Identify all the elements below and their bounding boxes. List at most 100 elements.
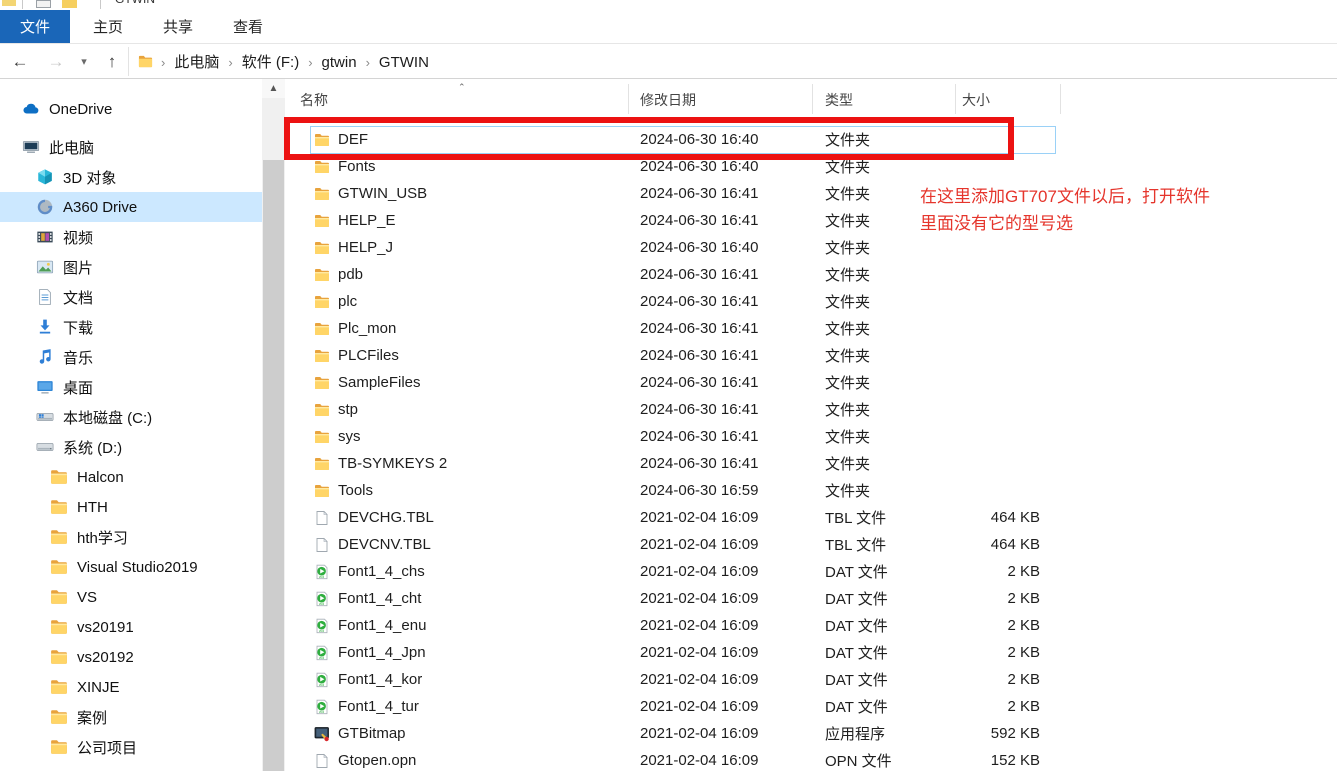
- file-name-cell: DEVCNV.TBL: [298, 536, 640, 553]
- type-cell: 文件夹: [825, 318, 940, 339]
- column-header-name[interactable]: 名称: [298, 90, 640, 110]
- table-row[interactable]: vcdFont1_4_tur2021-02-04 16:09DAT 文件2 KB: [298, 693, 1062, 720]
- table-row[interactable]: vcdFont1_4_enu2021-02-04 16:09DAT 文件2 KB: [298, 612, 1062, 639]
- file-name: HELP_J: [338, 239, 393, 256]
- sidebar-item-pictures[interactable]: 图片: [0, 252, 262, 282]
- table-row[interactable]: PLCFiles2024-06-30 16:41文件夹: [298, 342, 1062, 369]
- sidebar-item-label: 文档: [63, 287, 93, 308]
- table-row[interactable]: GTBitmap2021-02-04 16:09应用程序592 KB: [298, 720, 1062, 747]
- table-row[interactable]: Gtopen.opn2021-02-04 16:09OPN 文件152 KB: [298, 747, 1062, 771]
- sidebar-item-vs[interactable]: VS: [0, 582, 262, 612]
- scroll-up-icon[interactable]: ▲: [262, 79, 285, 98]
- forward-button[interactable]: →: [42, 44, 70, 79]
- tab-share[interactable]: 共享: [146, 10, 210, 43]
- sidebar-item-cases[interactable]: 案例: [0, 702, 262, 732]
- folder-icon: [50, 528, 68, 546]
- date-modified-cell: 2024-06-30 16:41: [640, 401, 825, 418]
- table-row[interactable]: DEF2024-06-30 16:40文件夹: [298, 126, 1062, 153]
- folder-icon: [50, 738, 68, 756]
- file-name: sys: [338, 428, 361, 445]
- breadcrumb-item[interactable]: 软件 (F:): [240, 54, 302, 71]
- sidebar-item-videos[interactable]: 视频: [0, 222, 262, 252]
- file-name-cell: HELP_E: [298, 212, 640, 229]
- date-modified-cell: 2021-02-04 16:09: [640, 563, 825, 580]
- header-separator[interactable]: [1060, 84, 1061, 114]
- table-row[interactable]: SampleFiles2024-06-30 16:41文件夹: [298, 369, 1062, 396]
- file-name: Font1_4_kor: [338, 671, 422, 688]
- table-row[interactable]: plc2024-06-30 16:41文件夹: [298, 288, 1062, 315]
- size-cell: 152 KB: [940, 752, 1040, 769]
- breadcrumb-chevron-icon: ›: [221, 55, 239, 70]
- file-name: DEF: [338, 131, 368, 148]
- sidebar-item-label: Visual Studio2019: [77, 559, 198, 576]
- table-row[interactable]: vcdFont1_4_Jpn2021-02-04 16:09DAT 文件2 KB: [298, 639, 1062, 666]
- sidebar-item-hth-study[interactable]: hth学习: [0, 522, 262, 552]
- tab-home[interactable]: 主页: [76, 10, 140, 43]
- scrollbar-thumb[interactable]: [263, 160, 284, 771]
- header-separator[interactable]: [628, 84, 629, 114]
- breadcrumb-item[interactable]: 此电脑: [172, 54, 221, 71]
- tab-view[interactable]: 查看: [216, 10, 280, 43]
- file-name: Font1_4_tur: [338, 698, 419, 715]
- ribbon-tab-strip: 文件主页共享查看: [0, 10, 1337, 44]
- sidebar-item-xinje[interactable]: XINJE: [0, 672, 262, 702]
- header-separator[interactable]: [955, 84, 956, 114]
- sidebar-item-onedrive[interactable]: OneDrive: [0, 94, 262, 124]
- type-cell: 文件夹: [825, 264, 940, 285]
- app-icon: [314, 726, 330, 742]
- up-button[interactable]: ↑: [98, 44, 126, 79]
- table-row[interactable]: vcdFont1_4_kor2021-02-04 16:09DAT 文件2 KB: [298, 666, 1062, 693]
- table-row[interactable]: stp2024-06-30 16:41文件夹: [298, 396, 1062, 423]
- date-modified-cell: 2024-06-30 16:41: [640, 428, 825, 445]
- sidebar-item-disk-c[interactable]: 本地磁盘 (C:): [0, 402, 262, 432]
- header-separator[interactable]: [812, 84, 813, 114]
- sidebar-scrollbar[interactable]: ▲: [262, 79, 285, 771]
- sidebar-item-label: 3D 对象: [63, 167, 116, 188]
- date-modified-cell: 2024-06-30 16:40: [640, 131, 825, 148]
- type-cell: TBL 文件: [825, 534, 940, 555]
- sidebar-item-visual-studio2019[interactable]: Visual Studio2019: [0, 552, 262, 582]
- table-row[interactable]: Tools2024-06-30 16:59文件夹: [298, 477, 1062, 504]
- date-modified-cell: 2021-02-04 16:09: [640, 752, 825, 769]
- size-cell: 592 KB: [940, 725, 1040, 742]
- sidebar-item-music[interactable]: 音乐: [0, 342, 262, 372]
- table-row[interactable]: sys2024-06-30 16:41文件夹: [298, 423, 1062, 450]
- column-header-date[interactable]: 修改日期: [640, 90, 825, 110]
- address-bar[interactable]: ›此电脑›软件 (F:)›gtwin›GTWIN: [128, 47, 1337, 76]
- table-row[interactable]: TB-SYMKEYS 22024-06-30 16:41文件夹: [298, 450, 1062, 477]
- folder-icon: [314, 267, 330, 283]
- sidebar-item-documents[interactable]: 文档: [0, 282, 262, 312]
- file-name-cell: Gtopen.opn: [298, 752, 640, 769]
- breadcrumb-item[interactable]: gtwin: [320, 54, 359, 71]
- table-row[interactable]: Fonts2024-06-30 16:40文件夹: [298, 153, 1062, 180]
- table-row[interactable]: HELP_J2024-06-30 16:40文件夹: [298, 234, 1062, 261]
- sidebar-item-halcon[interactable]: Halcon: [0, 462, 262, 492]
- sidebar-item-disk-d[interactable]: 系统 (D:): [0, 432, 262, 462]
- folder-icon: [314, 321, 330, 337]
- folder-icon: [50, 558, 68, 576]
- table-row[interactable]: Plc_mon2024-06-30 16:41文件夹: [298, 315, 1062, 342]
- sidebar-item-desktop[interactable]: 桌面: [0, 372, 262, 402]
- table-row[interactable]: vcdFont1_4_cht2021-02-04 16:09DAT 文件2 KB: [298, 585, 1062, 612]
- sidebar-item-vs20192[interactable]: vs20192: [0, 642, 262, 672]
- table-row[interactable]: pdb2024-06-30 16:41文件夹: [298, 261, 1062, 288]
- sidebar-item-hth[interactable]: HTH: [0, 492, 262, 522]
- table-row[interactable]: DEVCNV.TBL2021-02-04 16:09TBL 文件464 KB: [298, 531, 1062, 558]
- column-header-type[interactable]: 类型: [825, 90, 940, 110]
- breadcrumb-item[interactable]: GTWIN: [377, 54, 431, 71]
- table-row[interactable]: vcdFont1_4_chs2021-02-04 16:09DAT 文件2 KB: [298, 558, 1062, 585]
- sidebar-item-vs20191[interactable]: vs20191: [0, 612, 262, 642]
- svg-text:vcd: vcd: [319, 656, 324, 660]
- tab-file[interactable]: 文件: [0, 10, 70, 43]
- video-icon: [36, 228, 54, 246]
- sidebar-item-company-projects[interactable]: 公司项目: [0, 732, 262, 762]
- sidebar-item-this-pc[interactable]: 此电脑: [0, 132, 262, 162]
- back-button[interactable]: ←: [6, 44, 34, 79]
- table-row[interactable]: DEVCHG.TBL2021-02-04 16:09TBL 文件464 KB: [298, 504, 1062, 531]
- doc-icon: [314, 537, 330, 553]
- sidebar-item-downloads[interactable]: 下载: [0, 312, 262, 342]
- folder-icon: [50, 498, 68, 516]
- recent-locations-chevron-icon[interactable]: ▾: [74, 44, 94, 79]
- sidebar-item-3d-objects[interactable]: 3D 对象: [0, 162, 262, 192]
- sidebar-item-a360-drive[interactable]: A360 Drive: [0, 192, 262, 222]
